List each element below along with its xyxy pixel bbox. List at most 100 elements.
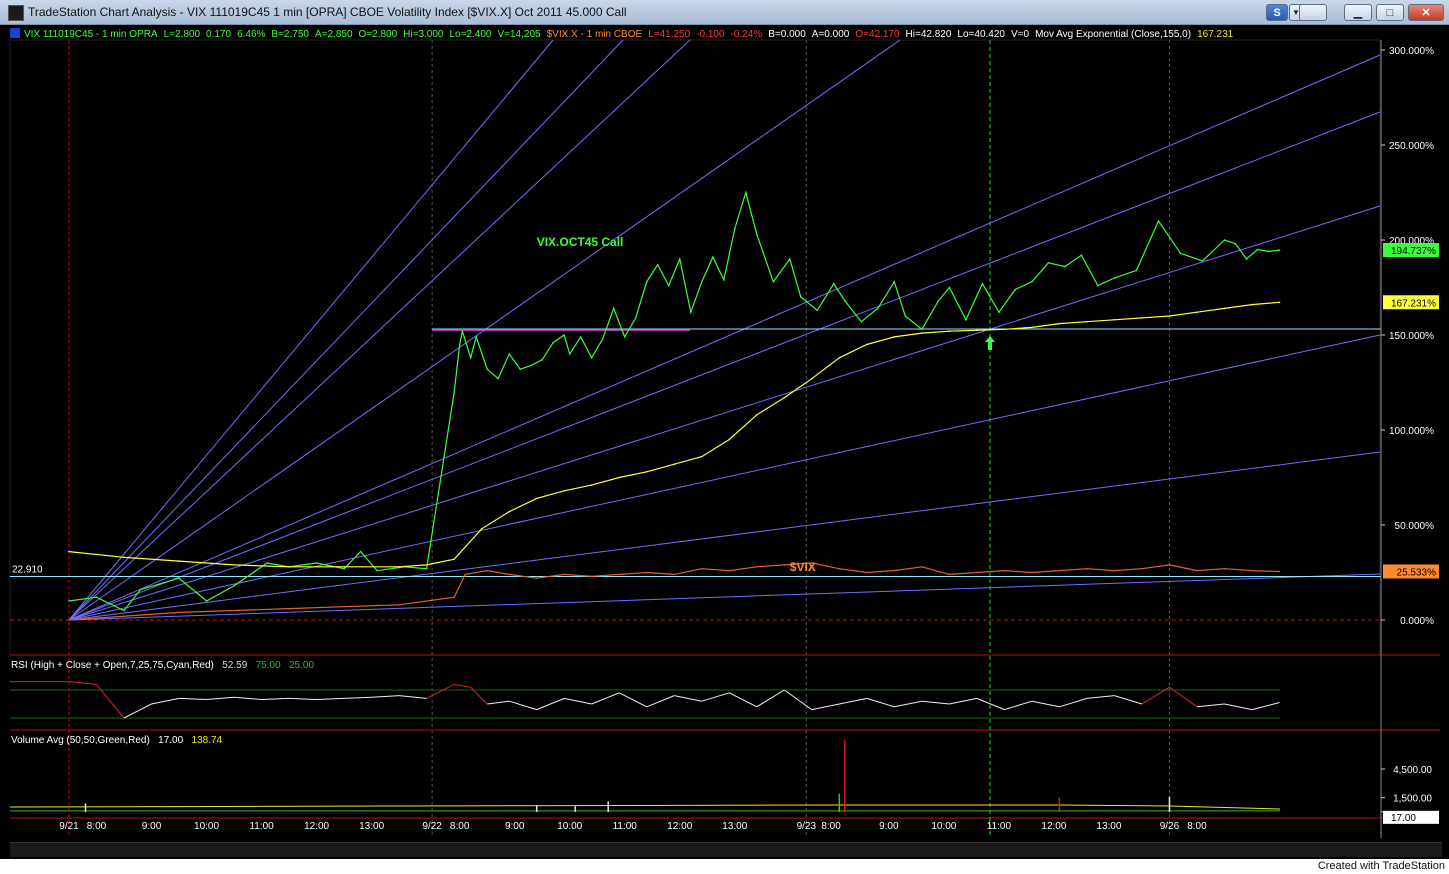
series-point xyxy=(376,569,378,572)
y-tick-label: 0.000% xyxy=(1400,616,1434,627)
series-point xyxy=(1031,281,1033,283)
series-point xyxy=(755,414,758,416)
rsi-segment xyxy=(1004,700,1033,711)
header-sym1: VIX 111019C45 - 1 min OPRA xyxy=(24,29,158,40)
series-point xyxy=(656,263,659,266)
rsi-header: RSI (High + Close + Open,7,25,75,Cyan,Re… xyxy=(11,660,314,671)
series-point xyxy=(343,567,345,570)
rsi-segment xyxy=(509,700,537,711)
series-point xyxy=(645,571,648,574)
rsi-segment xyxy=(894,700,922,708)
series-point xyxy=(343,605,345,608)
series-point xyxy=(1014,288,1017,291)
gann-line xyxy=(68,573,1381,621)
series-point xyxy=(755,566,758,568)
rsi-segment xyxy=(234,696,262,701)
series-point xyxy=(1113,319,1116,321)
series-point xyxy=(579,336,582,338)
chart-annotation: $VIX xyxy=(790,560,816,574)
x-tick-label: 12:00 xyxy=(667,821,692,832)
rsi-segment xyxy=(1114,695,1143,705)
rsi-label: RSI (High + Close + Open,7,25,75,Cyan,Re… xyxy=(11,660,214,671)
volume-y-tick-label: 17.00 xyxy=(1391,813,1416,824)
x-tick-label: 12:00 xyxy=(1041,821,1066,832)
series-point xyxy=(178,577,180,579)
series-point xyxy=(948,286,951,289)
rsi-segment xyxy=(866,697,895,708)
series-point xyxy=(453,391,455,393)
series-point xyxy=(838,567,841,570)
rsi-segment xyxy=(1196,703,1225,708)
series-point xyxy=(458,343,461,346)
rsi-segment xyxy=(454,683,471,688)
series-point xyxy=(590,575,593,578)
series-point xyxy=(461,330,464,333)
series-point xyxy=(1196,569,1198,572)
gann-line xyxy=(68,205,1381,621)
series-point xyxy=(535,577,538,579)
rsi-segment xyxy=(123,703,152,719)
gann-fan xyxy=(10,39,1381,621)
series-point xyxy=(1047,262,1050,264)
series-point xyxy=(508,510,510,513)
header-sym1-hi: Hi=3.000 xyxy=(403,29,444,40)
series-line xyxy=(68,190,1280,612)
volume-value: 17.00 xyxy=(158,735,184,746)
rsi-segment xyxy=(1251,702,1280,711)
header-sym2: $VIX.X - 1 min CBOE xyxy=(546,29,643,40)
rsi-segment xyxy=(976,697,1005,711)
series-point xyxy=(1097,284,1099,287)
series-point xyxy=(733,227,736,230)
x-tick-label: 10:00 xyxy=(557,821,582,832)
rsi-segment xyxy=(68,681,97,685)
volume-avg: 138.74 xyxy=(191,735,223,746)
rsi-segment xyxy=(261,697,290,701)
series-point xyxy=(1157,220,1160,222)
footer: Created with TradeStation xyxy=(0,859,1449,874)
series-point xyxy=(233,585,235,587)
series-line xyxy=(68,301,1280,568)
y-tick-label: 250.000% xyxy=(1389,141,1434,152)
rsi-segment xyxy=(536,697,565,711)
series-point xyxy=(475,336,477,338)
header-sym1-pct: 6.46% xyxy=(237,29,266,40)
series-point xyxy=(123,556,125,559)
series-point xyxy=(1031,571,1033,574)
x-tick-label: 9/26 xyxy=(1160,821,1180,832)
gann-line xyxy=(68,111,1381,621)
series-point xyxy=(673,573,676,576)
series-point xyxy=(711,256,714,258)
series-point xyxy=(722,279,725,281)
series-point xyxy=(904,315,907,317)
series-point xyxy=(123,615,125,617)
rsi-segment xyxy=(701,692,730,702)
header-sym1-chg: 0.170 xyxy=(206,29,232,40)
series-point xyxy=(563,573,566,576)
series-point xyxy=(998,311,1000,314)
x-tick-label: 8:00 xyxy=(450,821,470,832)
series-point xyxy=(921,566,923,568)
series-point xyxy=(833,282,835,285)
rsi-segment xyxy=(811,703,840,711)
header-sym2-pct: -0.24% xyxy=(730,29,763,40)
rsi-panel xyxy=(10,681,1280,719)
x-tick-label: 8:00 xyxy=(1187,821,1207,832)
horizontal-scrollbar[interactable] xyxy=(10,842,1442,857)
series-point xyxy=(1003,569,1006,572)
series-point xyxy=(860,320,863,323)
y-tick-label: 50.000% xyxy=(1395,521,1435,532)
series-point xyxy=(673,463,676,466)
series-point xyxy=(508,573,510,576)
series-point xyxy=(645,281,648,283)
rsi-segment xyxy=(1224,703,1253,711)
rsi-segment xyxy=(674,695,702,702)
reference-level-label: 22.910 xyxy=(12,564,43,575)
header-sym1-open: O=2.800 xyxy=(358,29,398,40)
rsi-segment xyxy=(487,700,510,705)
series-point xyxy=(634,317,637,319)
series-point xyxy=(266,562,268,564)
x-tick-label: 13:00 xyxy=(722,821,747,832)
series-point xyxy=(178,611,180,614)
rsi-segment xyxy=(426,683,455,699)
series-point xyxy=(948,330,951,333)
